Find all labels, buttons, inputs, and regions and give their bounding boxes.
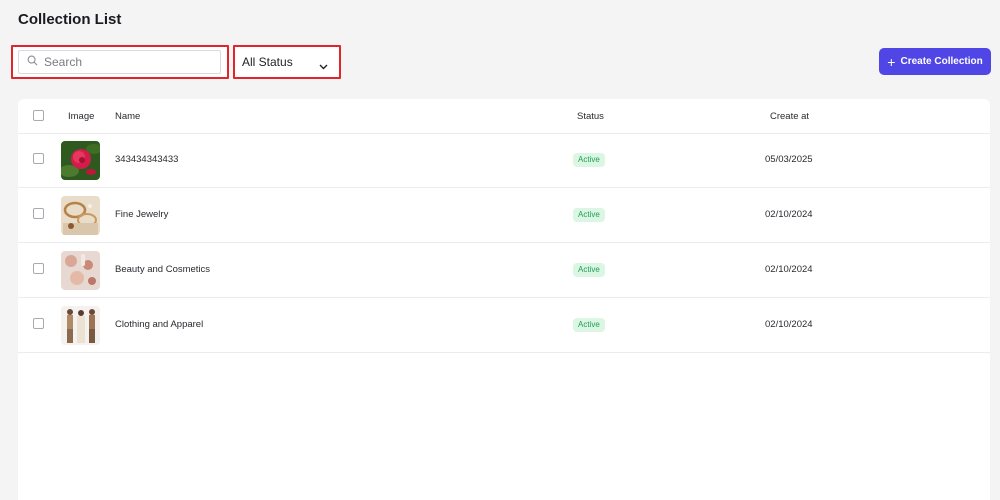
row-created: 05/03/2025 (765, 154, 813, 165)
row-checkbox[interactable] (33, 263, 44, 274)
row-name: Beauty and Cosmetics (115, 264, 211, 275)
status-badge: Active (573, 153, 605, 167)
page-title: Collection List (18, 11, 122, 28)
table-row[interactable]: Clothing and Apparel Active 02/10/2024 (18, 298, 990, 353)
status-filter-value: All Status (242, 55, 293, 69)
status-badge: Active (573, 318, 605, 332)
row-checkbox[interactable] (33, 208, 44, 219)
row-checkbox[interactable] (33, 318, 44, 329)
header-image: Image (68, 111, 95, 122)
search-box[interactable] (11, 45, 229, 79)
collection-thumbnail (61, 306, 100, 345)
status-filter-select[interactable]: All Status (233, 45, 341, 79)
select-all-checkbox[interactable] (33, 110, 44, 121)
collection-thumbnail (61, 196, 100, 235)
row-created: 02/10/2024 (765, 264, 813, 275)
row-name: Fine Jewelry (115, 209, 169, 220)
row-created: 02/10/2024 (765, 209, 813, 220)
create-collection-button[interactable]: + Create Collection (879, 48, 991, 75)
table-header: Image Name Status Create at (18, 99, 990, 134)
search-field[interactable] (18, 50, 221, 74)
table-row[interactable]: 343434343433 Active 05/03/2025 (18, 133, 990, 188)
search-icon (27, 53, 38, 71)
collection-table: Image Name Status Create at 343434343433… (18, 99, 990, 500)
table-row[interactable]: Beauty and Cosmetics Active 02/10/2024 (18, 243, 990, 298)
status-badge: Active (573, 208, 605, 222)
row-name: Clothing and Apparel (115, 319, 204, 330)
collection-thumbnail (61, 141, 100, 180)
collection-thumbnail (61, 251, 100, 290)
plus-icon: + (887, 53, 896, 70)
row-checkbox[interactable] (33, 153, 44, 164)
header-created: Create at (770, 111, 810, 122)
row-created: 02/10/2024 (765, 319, 813, 330)
search-input[interactable] (44, 55, 204, 69)
create-collection-label: Create Collection (900, 56, 983, 67)
row-name: 343434343433 (115, 154, 179, 165)
table-row[interactable]: Fine Jewelry Active 02/10/2024 (18, 188, 990, 243)
status-badge: Active (573, 263, 605, 277)
header-name: Name (115, 111, 141, 122)
chevron-down-icon (319, 59, 328, 73)
header-status: Status (577, 111, 604, 122)
